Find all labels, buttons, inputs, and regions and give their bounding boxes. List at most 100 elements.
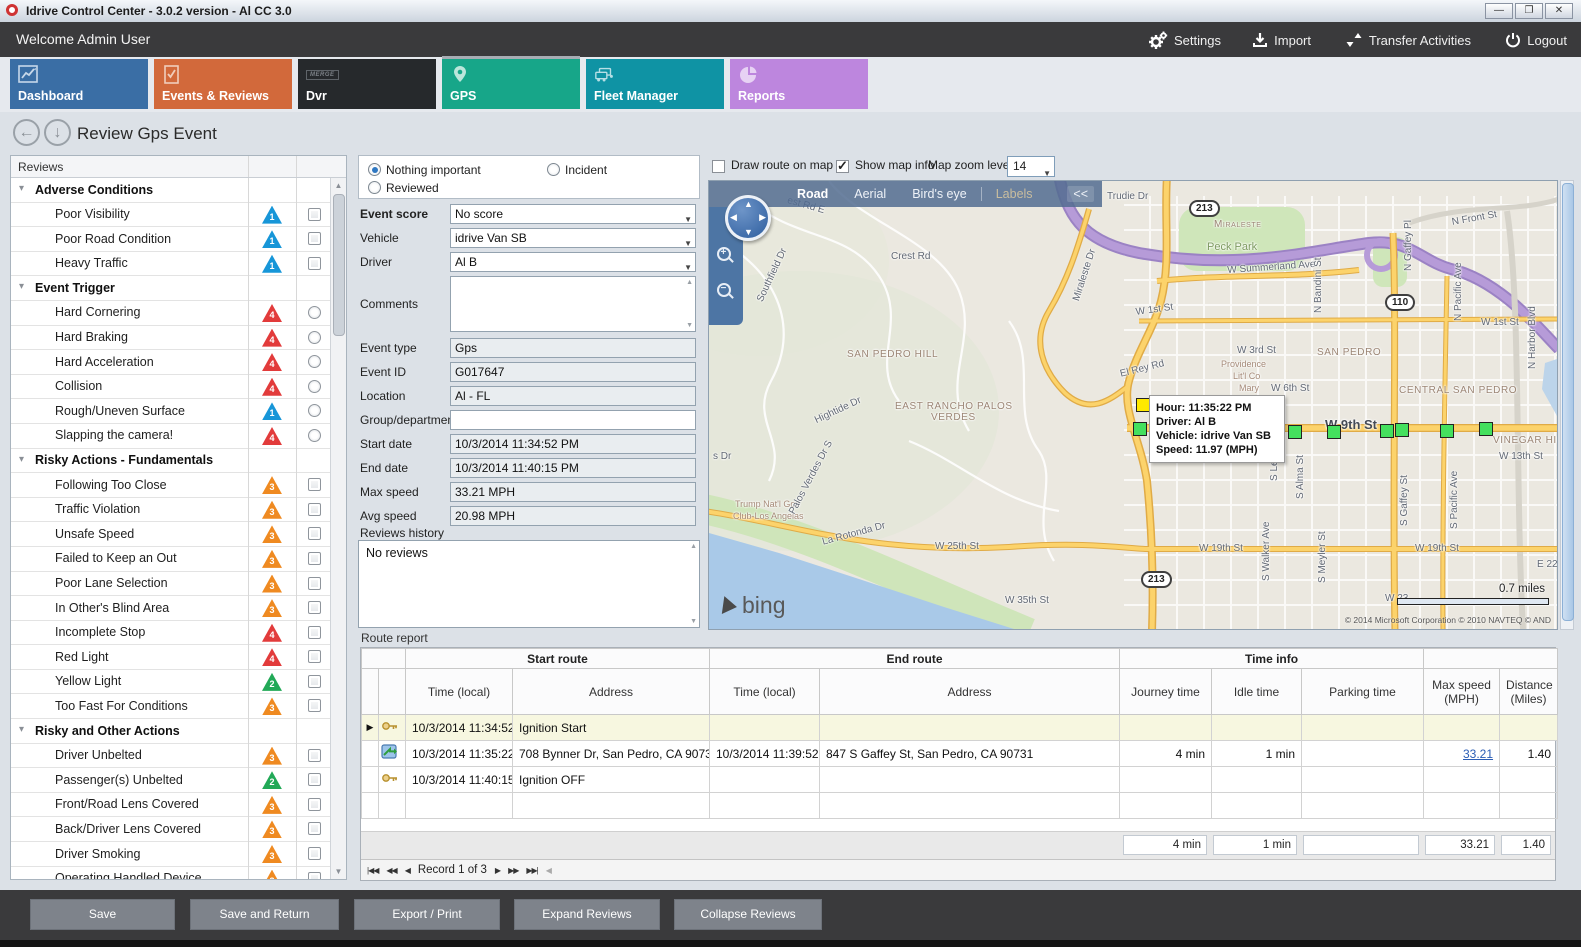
review-row[interactable]: ▾ Passenger(s) Unbelted Passenger(s) Unb… (11, 768, 333, 793)
collapse-panel-button[interactable]: ↓ (44, 119, 71, 146)
import-button[interactable]: Import (1252, 29, 1311, 51)
review-row[interactable]: ▾ Hard Acceleration Hard Acceleration 4 (11, 350, 333, 375)
nav-next-page-icon[interactable]: ▶▶ (508, 866, 518, 875)
map-pan-compass[interactable]: ▲ ▼ ◀ ▶ (725, 195, 771, 241)
gps-point-marker[interactable] (1288, 425, 1302, 439)
tab-dvr[interactable]: MERGE Dvr (298, 59, 436, 109)
col-start-time[interactable]: Time (local) (406, 669, 513, 715)
gps-point-marker[interactable] (1327, 425, 1341, 439)
selected-gps-marker[interactable] (1136, 398, 1150, 412)
col-distance[interactable]: Distance (Miles) (1500, 669, 1558, 715)
review-row[interactable]: ▾ Event Trigger Event Trigger (11, 276, 333, 301)
nav-last-icon[interactable]: ▶▶| (526, 866, 537, 875)
maximize-button[interactable]: ❐ (1515, 3, 1543, 19)
review-select-control[interactable] (308, 798, 321, 811)
close-button[interactable]: ✕ (1545, 3, 1573, 19)
review-row[interactable]: ▾ Red Light Red Light 4 (11, 645, 333, 670)
route-row-ignition-start[interactable]: ▶ 10/3/2014 11:34:52 PM Ignition Start (362, 715, 1558, 741)
radio-nothing-important-label[interactable]: Nothing important (386, 163, 481, 177)
collapse-caret-icon[interactable]: ▾ (19, 183, 24, 194)
map-bar-collapse-button[interactable]: << (1067, 186, 1094, 202)
review-select-control[interactable] (308, 380, 321, 393)
review-select-control[interactable] (308, 675, 321, 688)
scroll-down-icon[interactable]: ▼ (331, 867, 346, 876)
review-row[interactable]: ▾ Poor Road Condition Poor Road Conditio… (11, 227, 333, 252)
radio-incident-label[interactable]: Incident (565, 163, 607, 177)
review-row[interactable]: ▾ Slapping the camera! Slapping the came… (11, 424, 333, 449)
comments-textarea[interactable]: ▲ ▼ (450, 276, 696, 332)
map-style-birdseye[interactable]: Bird's eye (912, 187, 967, 201)
gps-point-marker[interactable] (1440, 424, 1454, 438)
draw-route-label[interactable]: Draw route on map (731, 158, 833, 172)
driver-select[interactable]: Al B▼ (450, 252, 696, 272)
tab-events-reviews[interactable]: Events & Reviews (154, 59, 292, 109)
vehicle-select[interactable]: idrive Van SB▼ (450, 228, 696, 248)
scroll-up-icon[interactable]: ▲ (331, 181, 346, 190)
review-select-control[interactable] (308, 749, 321, 762)
scrollbar-thumb[interactable] (333, 194, 345, 336)
review-row[interactable]: ▾ Too Fast For Conditions Too Fast For C… (11, 694, 333, 719)
review-row[interactable]: ▾ Poor Visibility Poor Visibility 1 (11, 203, 333, 228)
tab-gps[interactable]: GPS (442, 59, 580, 109)
gps-point-marker[interactable] (1479, 422, 1493, 436)
review-row[interactable]: ▾ Rough/Uneven Surface Rough/Uneven Surf… (11, 399, 333, 424)
col-group-time-info[interactable]: Time info (1120, 649, 1424, 669)
nav-prev-page-icon[interactable]: ◀◀ (386, 866, 396, 875)
review-select-control[interactable] (308, 257, 321, 270)
radio-incident[interactable] (547, 163, 560, 176)
route-row-ignition-off[interactable]: 10/3/2014 11:40:15 PM Ignition OFF (362, 767, 1558, 793)
review-select-control[interactable] (308, 503, 321, 516)
review-row[interactable]: ▾ Traffic Violation Traffic Violation 3 (11, 498, 333, 523)
event-score-select[interactable]: No score▼ (450, 204, 696, 224)
review-row[interactable]: ▾ Back/Driver Lens Covered Back/Driver L… (11, 817, 333, 842)
review-select-control[interactable] (308, 478, 321, 491)
nav-prev-icon[interactable]: ◀ (405, 866, 410, 875)
max-speed-link[interactable]: 33.21 (1463, 747, 1493, 761)
draw-route-checkbox[interactable] (712, 160, 725, 173)
save-button[interactable]: Save (30, 899, 175, 930)
review-row[interactable]: ▾ Hard Cornering Hard Cornering 4 (11, 301, 333, 326)
review-select-control[interactable] (308, 552, 321, 565)
expand-reviews-button[interactable]: Expand Reviews (514, 899, 660, 930)
col-idle-time[interactable]: Idle time (1212, 669, 1302, 715)
review-select-control[interactable] (308, 577, 321, 590)
bing-map[interactable]: Trudie Drest Rd EMiralestePeck ParkCrest… (708, 180, 1558, 630)
map-style-road[interactable]: Road (797, 187, 828, 201)
review-row[interactable]: ▾ Following Too Close Following Too Clos… (11, 473, 333, 498)
gps-point-marker[interactable] (1395, 423, 1409, 437)
nav-next-icon[interactable]: ▶ (495, 866, 500, 875)
review-row[interactable]: ▾ Poor Lane Selection Poor Lane Selectio… (11, 572, 333, 597)
route-row-journey[interactable]: 10/3/2014 11:35:22 PM 708 Bynner Dr, San… (362, 741, 1558, 767)
review-select-control[interactable] (308, 699, 321, 712)
settings-button[interactable]: Settings (1148, 29, 1221, 51)
review-row[interactable]: ▾ Front/Road Lens Covered Front/Road Len… (11, 793, 333, 818)
review-row[interactable]: ▾ Operating Handled Device Operating Han… (11, 867, 333, 879)
radio-reviewed[interactable] (368, 181, 381, 194)
map-zoom-select[interactable]: 14▼ (1007, 156, 1055, 177)
review-select-control[interactable] (308, 232, 321, 245)
logout-button[interactable]: Logout (1505, 29, 1567, 51)
review-select-control[interactable] (308, 601, 321, 614)
gps-point-marker[interactable] (1133, 422, 1147, 436)
col-start-address[interactable]: Address (513, 669, 710, 715)
col-group-start-route[interactable]: Start route (406, 649, 710, 669)
map-style-aerial[interactable]: Aerial (854, 187, 886, 201)
nav-first-icon[interactable]: |◀◀ (367, 866, 378, 875)
review-select-control[interactable] (308, 847, 321, 860)
show-map-info-checkbox[interactable] (836, 160, 849, 173)
review-select-control[interactable] (308, 822, 321, 835)
review-row[interactable]: ▾ Unsafe Speed Unsafe Speed 3 (11, 522, 333, 547)
radio-reviewed-label[interactable]: Reviewed (386, 181, 439, 195)
scrollbar-thumb[interactable] (1562, 183, 1574, 621)
radio-nothing-important[interactable] (368, 163, 381, 176)
review-select-control[interactable] (308, 355, 321, 368)
tab-dashboard[interactable]: Dashboard (10, 59, 148, 109)
review-row[interactable]: ▾ Adverse Conditions Adverse Conditions (11, 178, 333, 203)
col-journey-time[interactable]: Journey time (1120, 669, 1212, 715)
review-select-control[interactable] (308, 331, 321, 344)
collapse-caret-icon[interactable]: ▾ (19, 454, 24, 465)
collapse-reviews-button[interactable]: Collapse Reviews (674, 899, 822, 930)
save-and-return-button[interactable]: Save and Return (190, 899, 339, 930)
review-select-control[interactable] (308, 773, 321, 786)
tab-reports[interactable]: Reports (730, 59, 868, 109)
